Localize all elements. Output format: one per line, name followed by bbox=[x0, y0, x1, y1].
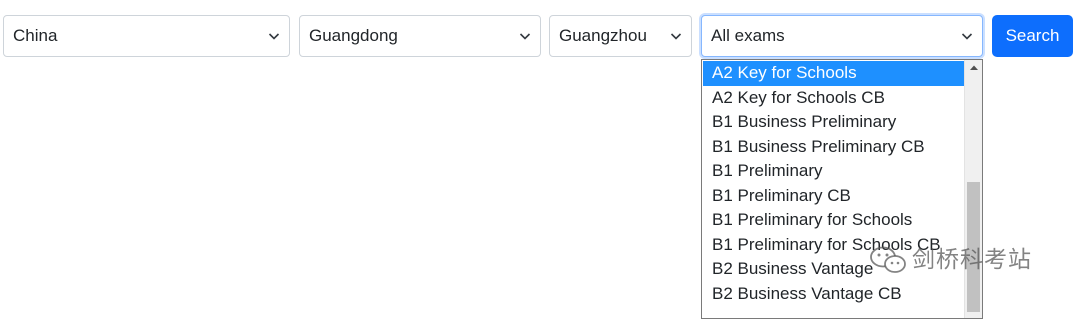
chevron-down-icon bbox=[519, 33, 531, 40]
scroll-up-arrow-icon[interactable] bbox=[969, 63, 979, 73]
watermark: 剑桥科考站 bbox=[868, 243, 1050, 277]
exam-option[interactable]: B1 Preliminary bbox=[703, 159, 964, 184]
province-select[interactable]: Guangdong bbox=[299, 15, 541, 57]
exam-option[interactable]: B1 Business Preliminary bbox=[703, 110, 964, 135]
country-select[interactable]: China bbox=[3, 15, 290, 57]
chevron-down-icon bbox=[961, 33, 973, 40]
exam-option[interactable]: A2 Key for Schools CB bbox=[703, 86, 964, 111]
exam-select-value: All exams bbox=[711, 26, 785, 45]
wechat-logo-icon bbox=[870, 246, 906, 273]
chevron-down-icon bbox=[670, 33, 682, 40]
city-select[interactable]: Guangzhou bbox=[549, 15, 692, 57]
search-button[interactable]: Search bbox=[992, 15, 1073, 57]
city-select-value: Guangzhou bbox=[559, 26, 647, 45]
exam-option[interactable]: B2 Business Vantage CB bbox=[703, 282, 964, 307]
exam-option[interactable]: B1 Preliminary CB bbox=[703, 184, 964, 209]
exam-dropdown-list[interactable]: A2 Key for Schools A2 Key for Schools CB B… bbox=[701, 59, 983, 319]
exam-option[interactable]: B1 Business Preliminary CB bbox=[703, 135, 964, 160]
country-select-value: China bbox=[13, 26, 58, 45]
chevron-down-icon bbox=[268, 33, 280, 40]
watermark-text: 剑桥科考站 bbox=[912, 247, 1032, 273]
exam-option[interactable]: B1 Preliminary for Schools bbox=[703, 208, 964, 233]
dropdown-scrollbar[interactable] bbox=[964, 60, 982, 318]
exam-select[interactable]: All exams bbox=[701, 15, 983, 57]
exam-option[interactable]: A2 Key for Schools bbox=[703, 61, 964, 86]
province-select-value: Guangdong bbox=[309, 26, 398, 45]
